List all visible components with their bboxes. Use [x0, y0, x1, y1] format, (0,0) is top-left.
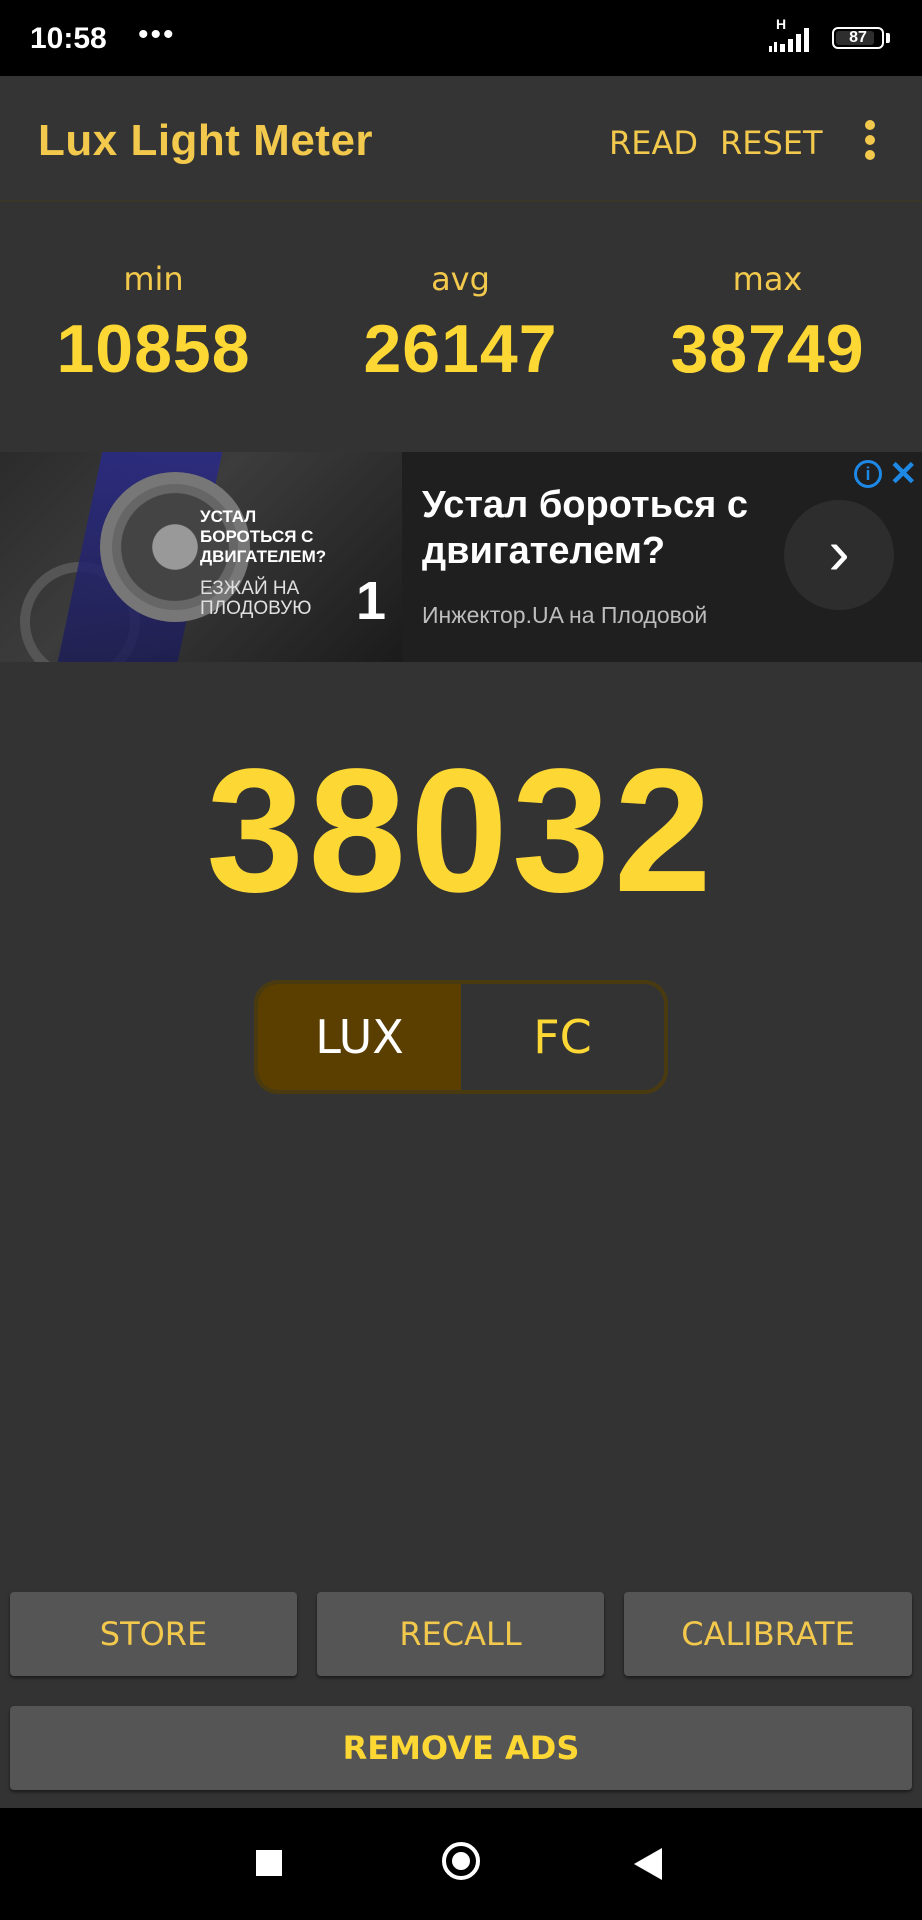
ad-image-headline: УСТАЛ БОРОТЬСЯ С ДВИГАТЕЛЕМ?: [200, 507, 327, 566]
close-icon[interactable]: ✕: [889, 454, 918, 494]
chevron-right-icon[interactable]: ›: [784, 500, 894, 610]
stats-panel: min 10858 avg 26147 max 38749: [0, 200, 922, 452]
back-icon[interactable]: [634, 1848, 662, 1880]
unit-fc-button[interactable]: FC: [461, 984, 664, 1090]
reset-button[interactable]: RESET: [720, 124, 823, 162]
store-button[interactable]: STORE: [10, 1592, 297, 1676]
home-icon[interactable]: [442, 1842, 480, 1880]
stat-label: min: [123, 260, 184, 298]
ad-image-number: 1: [356, 571, 387, 631]
ad-title[interactable]: Устал бороться с двигателем?: [422, 482, 782, 574]
navigation-bar: [0, 1808, 922, 1920]
stat-value: 26147: [363, 311, 558, 387]
notification-dots-icon: •••: [138, 18, 176, 51]
more-vert-icon[interactable]: [858, 120, 882, 164]
ad-banner[interactable]: УСТАЛ БОРОТЬСЯ С ДВИГАТЕЛЕМ? ЕЗЖАЙ НА ПЛ…: [0, 452, 922, 662]
stat-value: 10858: [56, 311, 251, 387]
app-bar: Lux Light Meter READ RESET: [0, 76, 922, 202]
remove-ads-button[interactable]: REMOVE ADS: [10, 1706, 912, 1790]
info-icon[interactable]: i: [854, 460, 882, 488]
ad-image-subline: ЕЗЖАЙ НА ПЛОДОВУЮ: [200, 578, 312, 619]
ad-image[interactable]: УСТАЛ БОРОТЬСЯ С ДВИГАТЕЛЕМ? ЕЗЖАЙ НА ПЛ…: [0, 452, 402, 662]
stat-label: max: [732, 260, 803, 298]
stat-label: avg: [431, 260, 490, 298]
unit-toggle: LUX FC: [254, 980, 668, 1094]
read-button[interactable]: READ: [609, 124, 698, 162]
status-bar: 10:58 ••• H 87: [0, 0, 922, 76]
stat-min: min 10858: [0, 260, 307, 388]
recall-button[interactable]: RECALL: [317, 1592, 604, 1676]
battery-icon: 87: [832, 27, 884, 49]
signal-icon: H: [768, 16, 818, 54]
status-time: 10:58: [30, 22, 107, 55]
stat-value: 38749: [670, 311, 865, 387]
battery-tip: [886, 33, 890, 43]
current-reading: 38032: [206, 733, 716, 929]
unit-lux-button[interactable]: LUX: [258, 984, 461, 1090]
stat-avg: avg 26147: [307, 260, 614, 388]
network-type-label: H: [776, 16, 787, 32]
calibrate-button[interactable]: CALIBRATE: [624, 1592, 912, 1676]
stat-max: max 38749: [614, 260, 921, 388]
ad-advertiser[interactable]: Инжектор.UA на Плодовой: [422, 602, 707, 629]
app-title: Lux Light Meter: [38, 116, 374, 165]
recents-icon[interactable]: [256, 1850, 282, 1876]
